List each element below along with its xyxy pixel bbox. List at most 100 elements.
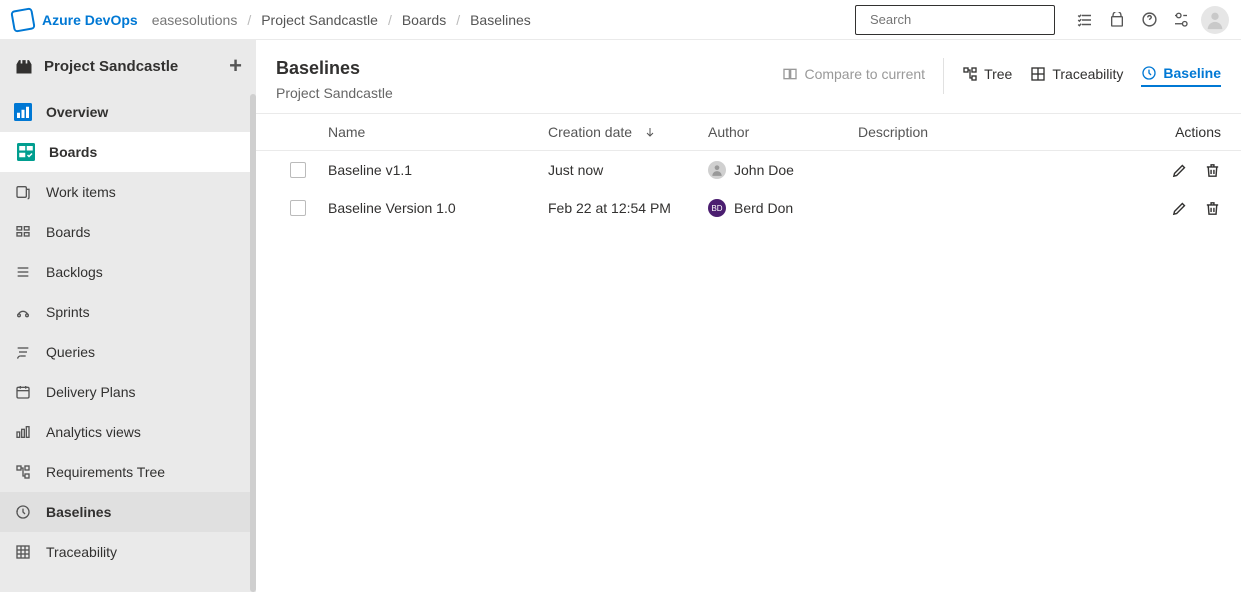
queries-icon bbox=[14, 343, 32, 361]
traceability-view-button[interactable]: Traceability bbox=[1030, 66, 1123, 86]
breadcrumb-separator: / bbox=[247, 12, 251, 28]
page-header: Baselines Project Sandcastle Compare to … bbox=[256, 40, 1241, 113]
row-name: Baseline v1.1 bbox=[328, 162, 548, 178]
settings-icon[interactable] bbox=[1167, 6, 1195, 34]
table-row[interactable]: Baseline v1.1 Just now John Doe bbox=[256, 151, 1241, 189]
baseline-icon bbox=[1141, 65, 1157, 81]
breadcrumb-baselines[interactable]: Baselines bbox=[470, 12, 531, 28]
marketplace-icon[interactable] bbox=[1103, 6, 1131, 34]
trash-icon bbox=[1204, 162, 1221, 179]
brand-label[interactable]: Azure DevOps bbox=[42, 12, 138, 28]
sidebar-item-queries[interactable]: Queries bbox=[0, 332, 256, 372]
sidebar-item-backlogs[interactable]: Backlogs bbox=[0, 252, 256, 292]
azure-devops-logo-icon bbox=[10, 7, 35, 32]
sidebar-item-label: Traceability bbox=[46, 544, 117, 560]
sidebar-item-label: Baselines bbox=[46, 504, 111, 520]
delete-button[interactable] bbox=[1204, 200, 1221, 217]
sidebar-item-label: Boards bbox=[46, 224, 90, 240]
sidebar-item-baselines[interactable]: Baselines bbox=[0, 492, 256, 532]
row-actions bbox=[1141, 200, 1221, 217]
sidebar-item-boards-sub[interactable]: Boards bbox=[0, 212, 256, 252]
breadcrumb-separator: / bbox=[388, 12, 392, 28]
sidebar-item-delivery-plans[interactable]: Delivery Plans bbox=[0, 372, 256, 412]
trash-icon bbox=[1204, 200, 1221, 217]
sidebar-item-analytics-views[interactable]: Analytics views bbox=[0, 412, 256, 452]
edit-icon bbox=[1171, 200, 1188, 217]
row-checkbox[interactable] bbox=[290, 162, 306, 178]
author-name: Berd Don bbox=[734, 200, 793, 216]
search-box[interactable] bbox=[855, 5, 1055, 35]
author-avatar-icon: BD bbox=[708, 199, 726, 217]
baseline-label: Baseline bbox=[1163, 65, 1221, 81]
search-input[interactable] bbox=[870, 12, 1046, 27]
tree-view-button[interactable]: Tree bbox=[962, 66, 1012, 86]
column-header-actions: Actions bbox=[1141, 124, 1221, 140]
topbar: Azure DevOps easesolutions / Project San… bbox=[0, 0, 1241, 40]
sidebar-item-boards[interactable]: Boards bbox=[0, 132, 256, 172]
breadcrumb-boards[interactable]: Boards bbox=[402, 12, 446, 28]
sidebar-item-overview[interactable]: Overview bbox=[0, 92, 256, 132]
project-name: Project Sandcastle bbox=[44, 58, 178, 75]
sidebar-item-work-items[interactable]: Work items bbox=[0, 172, 256, 212]
delete-button[interactable] bbox=[1204, 162, 1221, 179]
edit-button[interactable] bbox=[1171, 162, 1188, 179]
column-header-author[interactable]: Author bbox=[708, 124, 858, 140]
org-name[interactable]: easesolutions bbox=[152, 12, 238, 28]
column-header-name[interactable]: Name bbox=[328, 124, 548, 140]
page-title: Baselines bbox=[276, 58, 393, 79]
traceability-icon bbox=[1030, 66, 1046, 82]
main-content: Baselines Project Sandcastle Compare to … bbox=[256, 40, 1241, 592]
row-checkbox-cell bbox=[268, 200, 328, 216]
column-header-description[interactable]: Description bbox=[858, 124, 1141, 140]
tree-label: Tree bbox=[984, 66, 1012, 82]
row-checkbox-cell bbox=[268, 162, 328, 178]
sidebar-project-header[interactable]: Project Sandcastle + bbox=[0, 40, 256, 92]
creation-header-label: Creation date bbox=[548, 124, 632, 140]
compare-label: Compare to current bbox=[804, 66, 925, 82]
boards-icon bbox=[17, 143, 35, 161]
table-header: Name Creation date Author Description Ac… bbox=[256, 113, 1241, 151]
compare-icon bbox=[782, 66, 798, 82]
sidebar-item-traceability[interactable]: Traceability bbox=[0, 532, 256, 572]
row-creation-date: Just now bbox=[548, 162, 708, 178]
sidebar-item-label: Backlogs bbox=[46, 264, 103, 280]
delivery-plans-icon bbox=[14, 383, 32, 401]
tree-icon bbox=[962, 66, 978, 82]
help-icon[interactable] bbox=[1135, 6, 1163, 34]
sidebar-item-label: Overview bbox=[46, 104, 108, 120]
edit-button[interactable] bbox=[1171, 200, 1188, 217]
page-actions: Compare to current Tree Traceability Bas… bbox=[782, 58, 1221, 94]
work-item-icon bbox=[14, 183, 32, 201]
compare-button[interactable]: Compare to current bbox=[782, 66, 925, 86]
baselines-icon bbox=[14, 503, 32, 521]
tree-icon bbox=[14, 463, 32, 481]
row-name: Baseline Version 1.0 bbox=[328, 200, 548, 216]
traceability-label: Traceability bbox=[1052, 66, 1123, 82]
analytics-icon bbox=[14, 423, 32, 441]
row-checkbox[interactable] bbox=[290, 200, 306, 216]
board-icon bbox=[14, 223, 32, 241]
column-header-creation[interactable]: Creation date bbox=[548, 124, 708, 140]
sprint-icon bbox=[14, 303, 32, 321]
sidebar-item-label: Sprints bbox=[46, 304, 90, 320]
author-name: John Doe bbox=[734, 162, 794, 178]
sidebar-item-label: Analytics views bbox=[46, 424, 141, 440]
breadcrumb-project[interactable]: Project Sandcastle bbox=[261, 12, 378, 28]
table-row[interactable]: Baseline Version 1.0 Feb 22 at 12:54 PM … bbox=[256, 189, 1241, 227]
page-subtitle: Project Sandcastle bbox=[276, 85, 393, 101]
user-avatar[interactable] bbox=[1201, 6, 1229, 34]
sidebar-item-label: Requirements Tree bbox=[46, 464, 165, 480]
divider bbox=[943, 58, 944, 94]
sidebar-item-label: Queries bbox=[46, 344, 95, 360]
work-items-icon[interactable] bbox=[1071, 6, 1099, 34]
sidebar-item-sprints[interactable]: Sprints bbox=[0, 292, 256, 332]
add-button[interactable]: + bbox=[229, 53, 242, 79]
sidebar: Project Sandcastle + Overview Boards Wor… bbox=[0, 40, 256, 592]
sidebar-item-requirements-tree[interactable]: Requirements Tree bbox=[0, 452, 256, 492]
edit-icon bbox=[1171, 162, 1188, 179]
row-author: John Doe bbox=[708, 161, 858, 179]
baseline-view-button[interactable]: Baseline bbox=[1141, 65, 1221, 87]
backlog-icon bbox=[14, 263, 32, 281]
sort-desc-icon bbox=[644, 126, 656, 138]
breadcrumb-separator: / bbox=[456, 12, 460, 28]
